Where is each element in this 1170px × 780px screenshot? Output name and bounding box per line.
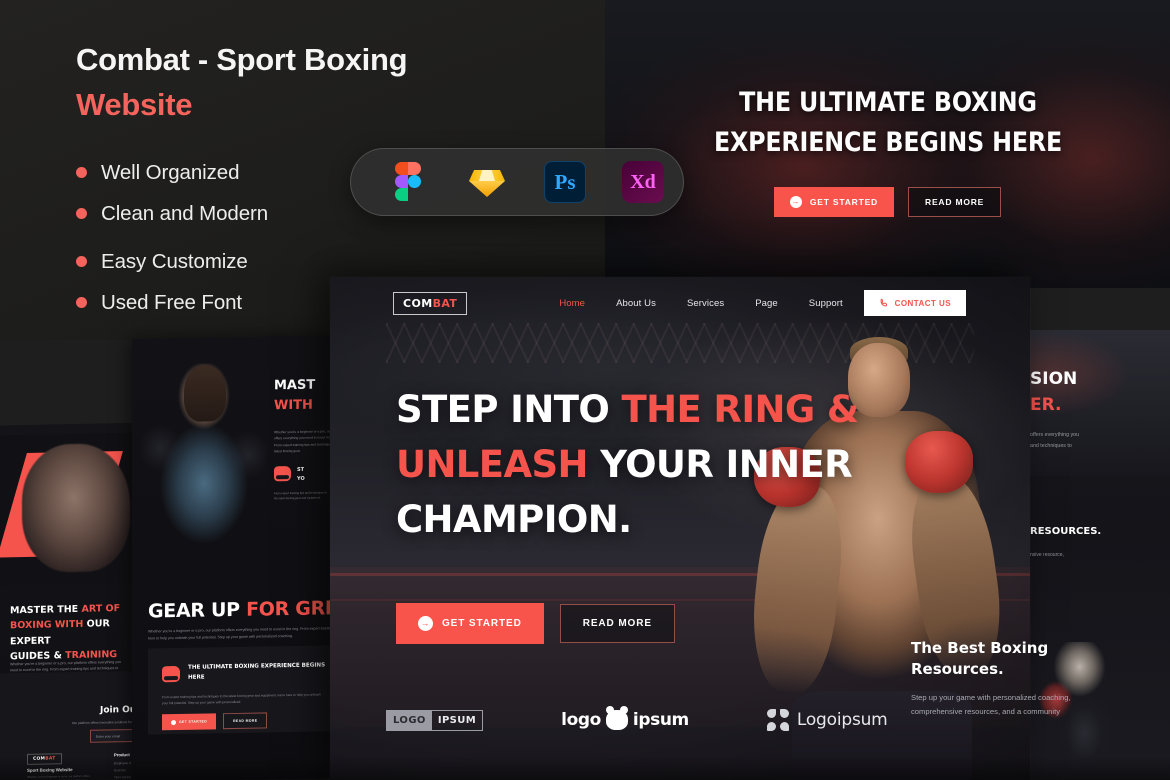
footer-link[interactable]: Employee d (114, 761, 131, 765)
nav-item-about-us[interactable]: About Us (616, 298, 656, 309)
contact-us-label: CONTACT US (894, 298, 951, 308)
right-panel-section-title: RESOURCES. (1030, 526, 1102, 537)
nav-item-services[interactable]: Services (687, 298, 724, 309)
gear-up-card: THE ULTIMATE BOXING EXPERIENCE BEGINS HE… (148, 645, 337, 735)
best-resources-block: The Best Boxing Resources. Step up your g… (911, 638, 1111, 720)
footer-caption: Sport Boxing Website (27, 767, 73, 773)
top-banner-read-more-button[interactable]: READ MORE (908, 186, 1002, 217)
gear-card-read-more-button[interactable]: READ MORE (223, 712, 268, 730)
gear-up-subtext: Whether you're a beginner or a pro, our … (148, 626, 337, 641)
footer-column-title: Product (114, 752, 130, 758)
right-panel-headline: SION ER. (1030, 369, 1078, 416)
xd-icon: Xd (622, 161, 664, 203)
design-tool-pill: Ps Xd (350, 148, 684, 216)
feature-item: Used Free Font (76, 291, 576, 315)
gear-mock-feature: ST YO (274, 466, 305, 484)
main-nav-links: Home About Us Services Page Support (559, 298, 842, 309)
gear-mock-headline: MAST WITH (274, 377, 316, 413)
partner-logo-logoipsum: Logoipsum (766, 709, 888, 731)
newsletter-email-placeholder: Enter your email (96, 734, 121, 739)
main-get-started-button[interactable]: → GET STARTED (396, 603, 544, 644)
partner-logo-strip: LOGO IPSUM logo ipsum Logoipsum (386, 697, 888, 743)
gear-card-actions: GET STARTED READ MORE (162, 712, 268, 731)
footer-logo: COMBAT (27, 753, 62, 765)
feature-label: Well Organized (101, 160, 240, 184)
footer-caption-body: Whether you're a beginner or a pro, our … (27, 774, 90, 780)
gear-mock-body: Whether you're a beginner or a pro, our … (274, 429, 337, 454)
main-hero-actions: → GET STARTED READ MORE (396, 603, 675, 644)
newsletter-subtitle: Our platform offers innovative solutions… (72, 719, 136, 726)
contact-us-button[interactable]: CONTACT US (863, 290, 966, 316)
figma-icon (388, 161, 430, 203)
bullet-dot-icon (76, 297, 87, 309)
right-panel-section-sub: nsive resource, (1030, 552, 1064, 558)
partner-logo-bear-ipsum: logo ipsum (561, 706, 689, 730)
top-banner-headline: THE ULTIMATE BOXING EXPERIENCE BEGINS HE… (713, 87, 1062, 158)
partner-logo-ipsum-boxed: LOGO IPSUM (386, 709, 484, 731)
top-banner-actions: → GET STARTED READ MORE (773, 186, 1002, 217)
gear-feature-body: From expert training tips and techniques… (274, 490, 328, 501)
clover-icon (766, 709, 789, 731)
arrow-right-icon: → (418, 616, 433, 631)
arrow-right-icon: → (789, 195, 802, 208)
poster-stage: THE ULTIMATE BOXING EXPERIENCE BEGINS HE… (0, 0, 1170, 780)
promo-title: Combat - Sport Boxing (76, 42, 408, 77)
nav-item-page[interactable]: Page (755, 298, 778, 309)
boxing-glove-icon (274, 466, 291, 482)
hair-decor (184, 365, 226, 422)
footer-link[interactable]: Sources (114, 768, 126, 772)
gear-up-headline: GEAR UP FOR GREATNESS (148, 595, 337, 623)
boxing-glove-icon (162, 665, 180, 683)
main-get-started-label: GET STARTED (442, 618, 522, 629)
boxing-glove-right-icon (905, 431, 973, 493)
feature-item: Easy Customize (76, 250, 576, 274)
right-panel-body: offers everything you and techniques to (1030, 432, 1080, 449)
top-banner: THE ULTIMATE BOXING EXPERIENCE BEGINS HE… (605, 0, 1170, 288)
gear-feature-label: ST YO (297, 466, 305, 482)
best-resources-title: The Best Boxing Resources. (911, 639, 1049, 679)
bullet-dot-icon (76, 167, 87, 179)
feature-label: Clean and Modern (101, 201, 269, 225)
boxer-figure-decor (22, 442, 130, 574)
mockup-hero-image (0, 432, 146, 586)
top-banner-get-started-label: GET STARTED (809, 196, 878, 207)
sketch-icon (466, 161, 508, 203)
arrow-right-icon (171, 719, 176, 725)
best-resources-body: Step up your game with personalized coac… (911, 692, 1071, 717)
promo-subtitle: Website (76, 86, 193, 122)
main-read-more-button[interactable]: READ MORE (559, 604, 675, 643)
gear-card-body: From expert training tips and techniques… (162, 692, 321, 706)
mockup-gear-up: MAST WITH Whether you're a beginner or a … (132, 335, 337, 780)
feature-label: Easy Customize (101, 249, 248, 273)
photoshop-icon: Ps (544, 161, 586, 203)
bullet-dot-icon (76, 256, 87, 268)
mockup-headline: MASTER THE ART OF BOXING WITH OUR EXPERT… (10, 603, 121, 663)
gear-card-get-started-button[interactable]: GET STARTED (162, 713, 217, 731)
bear-icon (605, 706, 628, 730)
top-banner-get-started-button[interactable]: → GET STARTED (773, 186, 894, 217)
footer-link[interactable]: Time tracke (114, 775, 131, 779)
bullet-dot-icon (76, 208, 87, 220)
nav-item-support[interactable]: Support (809, 298, 843, 309)
feature-label: Used Free Font (101, 290, 243, 314)
gear-card-title: THE ULTIMATE BOXING EXPERIENCE BEGINS HE… (188, 662, 326, 681)
main-hero-headline: STEP INTO THE RING & UNLEASH YOUR INNER … (396, 388, 859, 541)
phone-icon (880, 298, 887, 307)
